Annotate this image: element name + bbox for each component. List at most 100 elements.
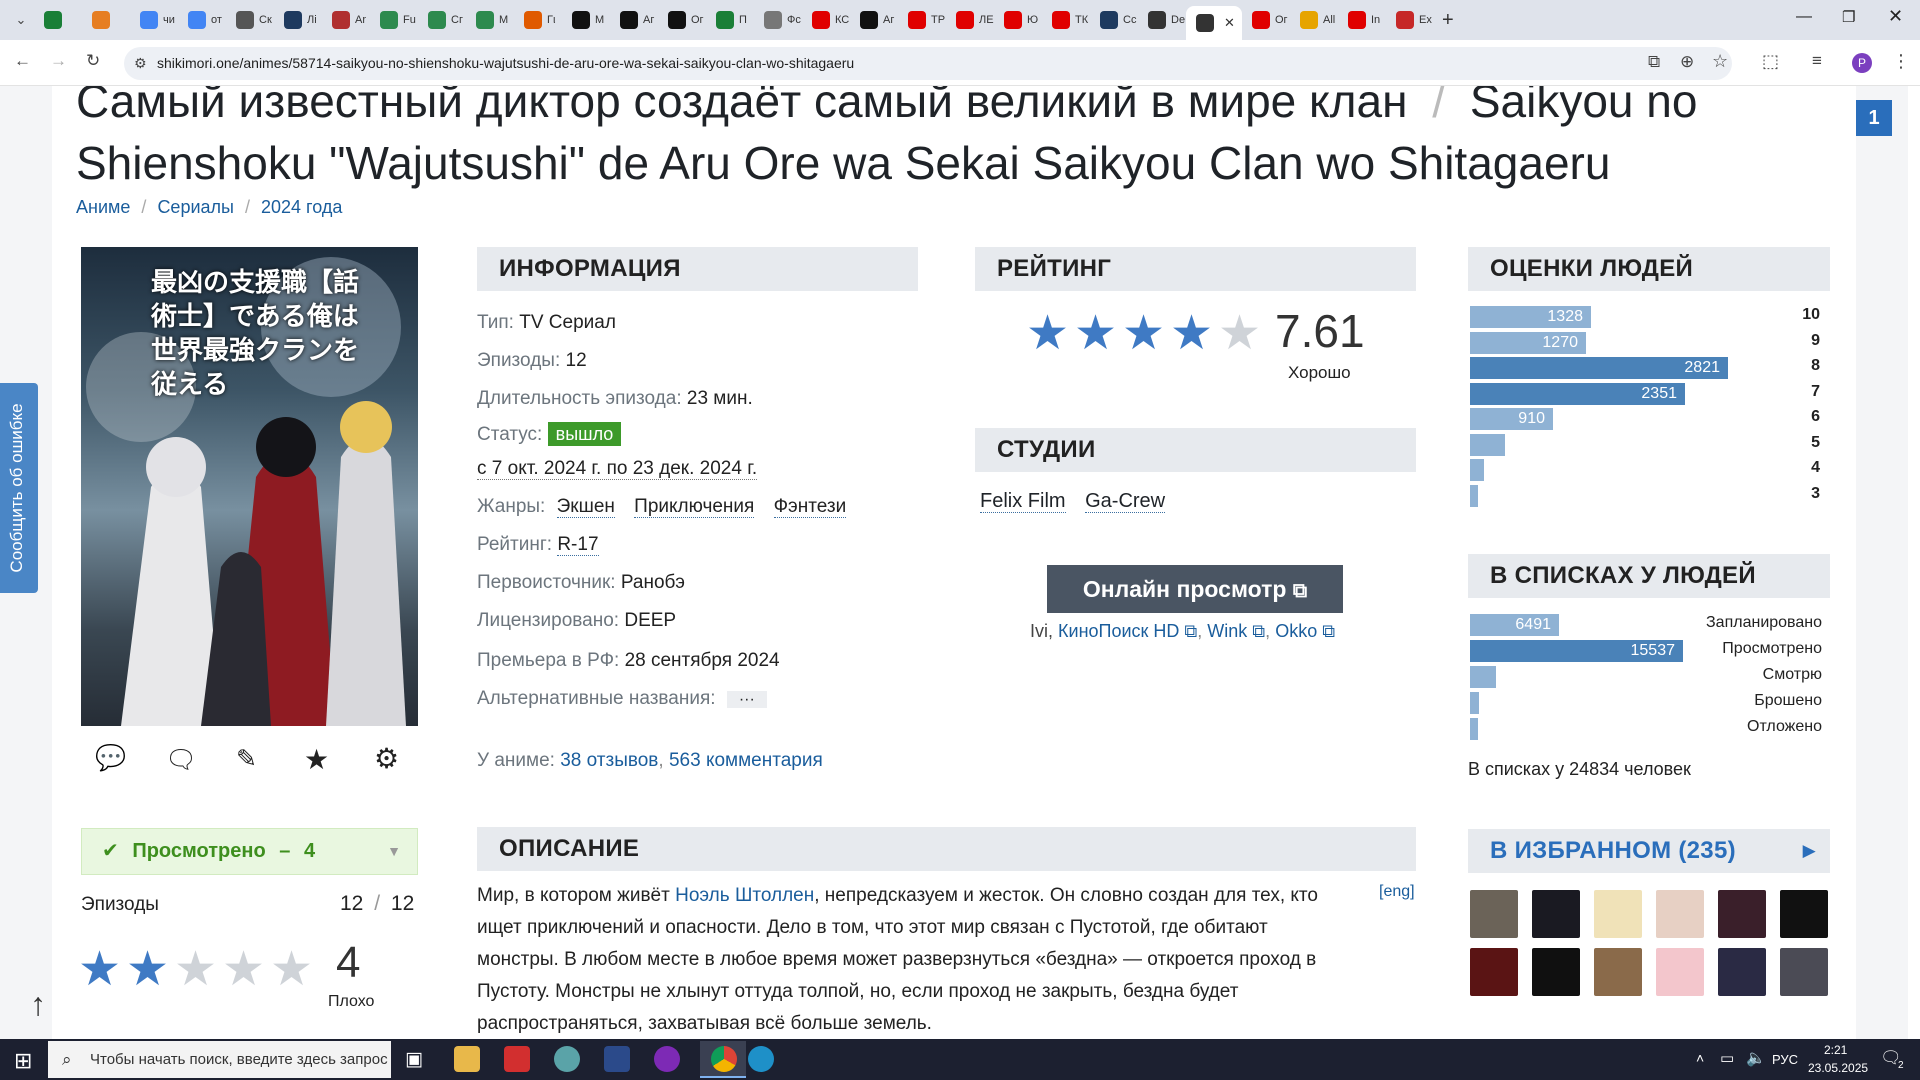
- genre-action[interactable]: Экшен: [556, 496, 615, 518]
- genre-adventure[interactable]: Приключения: [634, 496, 755, 518]
- new-tab-button[interactable]: +: [1442, 9, 1454, 32]
- install-app-icon[interactable]: ⧉: [1648, 52, 1660, 72]
- studio-felix-film[interactable]: Felix Film: [980, 490, 1066, 513]
- browser-tab[interactable]: чи: [130, 5, 178, 35]
- tab-search-chevron-icon[interactable]: ⌄: [8, 12, 34, 28]
- browser-tab[interactable]: Ar: [322, 5, 370, 35]
- info-aired-value[interactable]: с 7 окт. 2024 г. по 23 дек. 2024 г.: [477, 458, 758, 480]
- alt-names-toggle[interactable]: ···: [726, 691, 767, 708]
- browser-tab[interactable]: All: [1290, 5, 1338, 35]
- comments-icon[interactable]: 🗨: [165, 746, 197, 775]
- minimize-button[interactable]: —: [1796, 8, 1812, 26]
- browser-tab[interactable]: De: [1138, 5, 1186, 35]
- browser-tab[interactable]: Ex: [1386, 5, 1434, 35]
- browser-tab[interactable]: Ог: [1242, 5, 1290, 35]
- app-blue-icon[interactable]: [604, 1046, 630, 1072]
- windows-start-icon[interactable]: ⊞: [14, 1048, 32, 1074]
- close-window-button[interactable]: ✕: [1888, 6, 1903, 27]
- anime-poster[interactable]: 最凶の支援職【話術士】である俺は世界最強クランを従える: [81, 247, 418, 726]
- browser-tab[interactable]: In: [1338, 5, 1386, 35]
- episodes-counter[interactable]: 12 / 12: [340, 892, 414, 916]
- write-review-icon[interactable]: ✎: [236, 744, 257, 774]
- favorite-user-avatar[interactable]: [1532, 948, 1580, 996]
- network-icon[interactable]: ▭: [1720, 1049, 1734, 1067]
- volume-icon[interactable]: 🔈: [1746, 1048, 1766, 1068]
- user-score-stars[interactable]: ★ ★ ★ ★ ★: [78, 946, 318, 994]
- favorite-user-avatar[interactable]: [1470, 890, 1518, 938]
- browser-tab[interactable]: ТР: [898, 5, 946, 35]
- clock-time[interactable]: 2:21: [1824, 1043, 1847, 1057]
- character-link[interactable]: Ноэль Штоллен: [675, 885, 814, 906]
- favorite-user-avatar[interactable]: [1718, 890, 1766, 938]
- browser-tab[interactable]: Фс: [754, 5, 802, 35]
- reviews-link[interactable]: 38 отзывов: [560, 750, 658, 771]
- platform-wink[interactable]: Wink: [1207, 621, 1247, 641]
- edge-icon[interactable]: [748, 1046, 774, 1072]
- browser-tab[interactable]: Сс: [1090, 5, 1138, 35]
- studio-ga-crew[interactable]: Ga-Crew: [1085, 490, 1166, 513]
- platform-okko[interactable]: Okko: [1275, 621, 1317, 641]
- favorite-star-icon[interactable]: ★: [304, 743, 329, 776]
- zoom-icon[interactable]: ⊕: [1680, 52, 1694, 72]
- browser-tab[interactable]: Ю: [994, 5, 1042, 35]
- clock-date[interactable]: 23.05.2025: [1808, 1061, 1868, 1075]
- browser-tab[interactable]: Ог: [658, 5, 706, 35]
- browser-tab[interactable]: М: [466, 5, 514, 35]
- profile-avatar[interactable]: P: [1852, 53, 1872, 73]
- browser-tab[interactable]: Ск: [226, 5, 274, 35]
- report-error-tab[interactable]: Сообщить об ошибке: [0, 383, 38, 593]
- reload-icon[interactable]: ↻: [86, 51, 100, 71]
- description-lang-link[interactable]: [eng]: [1379, 883, 1415, 901]
- favorites-heading[interactable]: В ИЗБРАННОМ (235) ▶: [1468, 829, 1830, 873]
- tray-chevron-icon[interactable]: ˄: [1696, 1050, 1704, 1066]
- settings-icon[interactable]: ⚙: [374, 742, 399, 775]
- site-info-icon[interactable]: ⚙: [134, 55, 147, 72]
- breadcrumb-anime[interactable]: Аниме: [76, 197, 130, 217]
- url-text[interactable]: shikimori.one/animes/58714-saikyou-no-sh…: [157, 55, 854, 71]
- user-rate-status[interactable]: ✔ Просмотрено – 4 ▼: [81, 828, 418, 875]
- browser-tab[interactable]: М: [562, 5, 610, 35]
- taskbar-search[interactable]: ⌕ Чтобы начать поиск, введите здесь запр…: [48, 1041, 391, 1078]
- task-view-icon[interactable]: ▣: [405, 1048, 423, 1071]
- browser-tab[interactable]: [34, 5, 82, 35]
- breadcrumb-year[interactable]: 2024 года: [261, 197, 342, 217]
- genre-fantasy[interactable]: Фэнтези: [773, 496, 847, 518]
- episodes-watched[interactable]: 12: [340, 892, 363, 915]
- extensions-icon[interactable]: ⬚: [1762, 51, 1779, 72]
- comments-link[interactable]: 563 комментария: [669, 750, 823, 771]
- discussion-icon[interactable]: 💬: [95, 744, 126, 773]
- browser-tab[interactable]: Лі: [274, 5, 322, 35]
- app-teal-icon[interactable]: [554, 1046, 580, 1072]
- browser-tab[interactable]: ✕: [1186, 6, 1242, 40]
- back-icon[interactable]: ←: [14, 51, 31, 71]
- media-icon[interactable]: ≡: [1812, 51, 1822, 71]
- favorite-user-avatar[interactable]: [1718, 948, 1766, 996]
- favorite-user-avatar[interactable]: [1780, 890, 1828, 938]
- bookmark-star-icon[interactable]: ☆: [1712, 51, 1728, 72]
- app-red-icon[interactable]: [504, 1046, 530, 1072]
- browser-tab[interactable]: П: [706, 5, 754, 35]
- browser-tab[interactable]: Аг: [850, 5, 898, 35]
- browser-tab[interactable]: Гι: [514, 5, 562, 35]
- browser-tab[interactable]: Сг: [418, 5, 466, 35]
- browser-tab[interactable]: КС: [802, 5, 850, 35]
- watch-online-button[interactable]: Онлайн просмотр ⧉: [1047, 565, 1343, 613]
- scroll-to-top-icon[interactable]: ↑: [30, 986, 46, 1023]
- forward-icon[interactable]: →: [50, 51, 67, 71]
- browser-tab[interactable]: от: [178, 5, 226, 35]
- chevron-down-icon[interactable]: ▼: [387, 829, 401, 874]
- language-indicator[interactable]: РУС: [1772, 1052, 1798, 1067]
- restore-button[interactable]: ❐: [1842, 8, 1855, 26]
- browser-menu-icon[interactable]: ⋮: [1892, 51, 1910, 72]
- platform-kinopoisk[interactable]: КиноПоиск HD: [1058, 621, 1179, 641]
- favorite-user-avatar[interactable]: [1780, 948, 1828, 996]
- file-explorer-icon[interactable]: [454, 1046, 480, 1072]
- favorite-user-avatar[interactable]: [1594, 890, 1642, 938]
- favorite-user-avatar[interactable]: [1470, 948, 1518, 996]
- browser-tab[interactable]: ЛЕ: [946, 5, 994, 35]
- tab-close-icon[interactable]: ✕: [1224, 15, 1235, 31]
- favorite-user-avatar[interactable]: [1656, 890, 1704, 938]
- browser-tab[interactable]: Аг: [610, 5, 658, 35]
- favorite-user-avatar[interactable]: [1594, 948, 1642, 996]
- browser-tab[interactable]: [82, 5, 130, 35]
